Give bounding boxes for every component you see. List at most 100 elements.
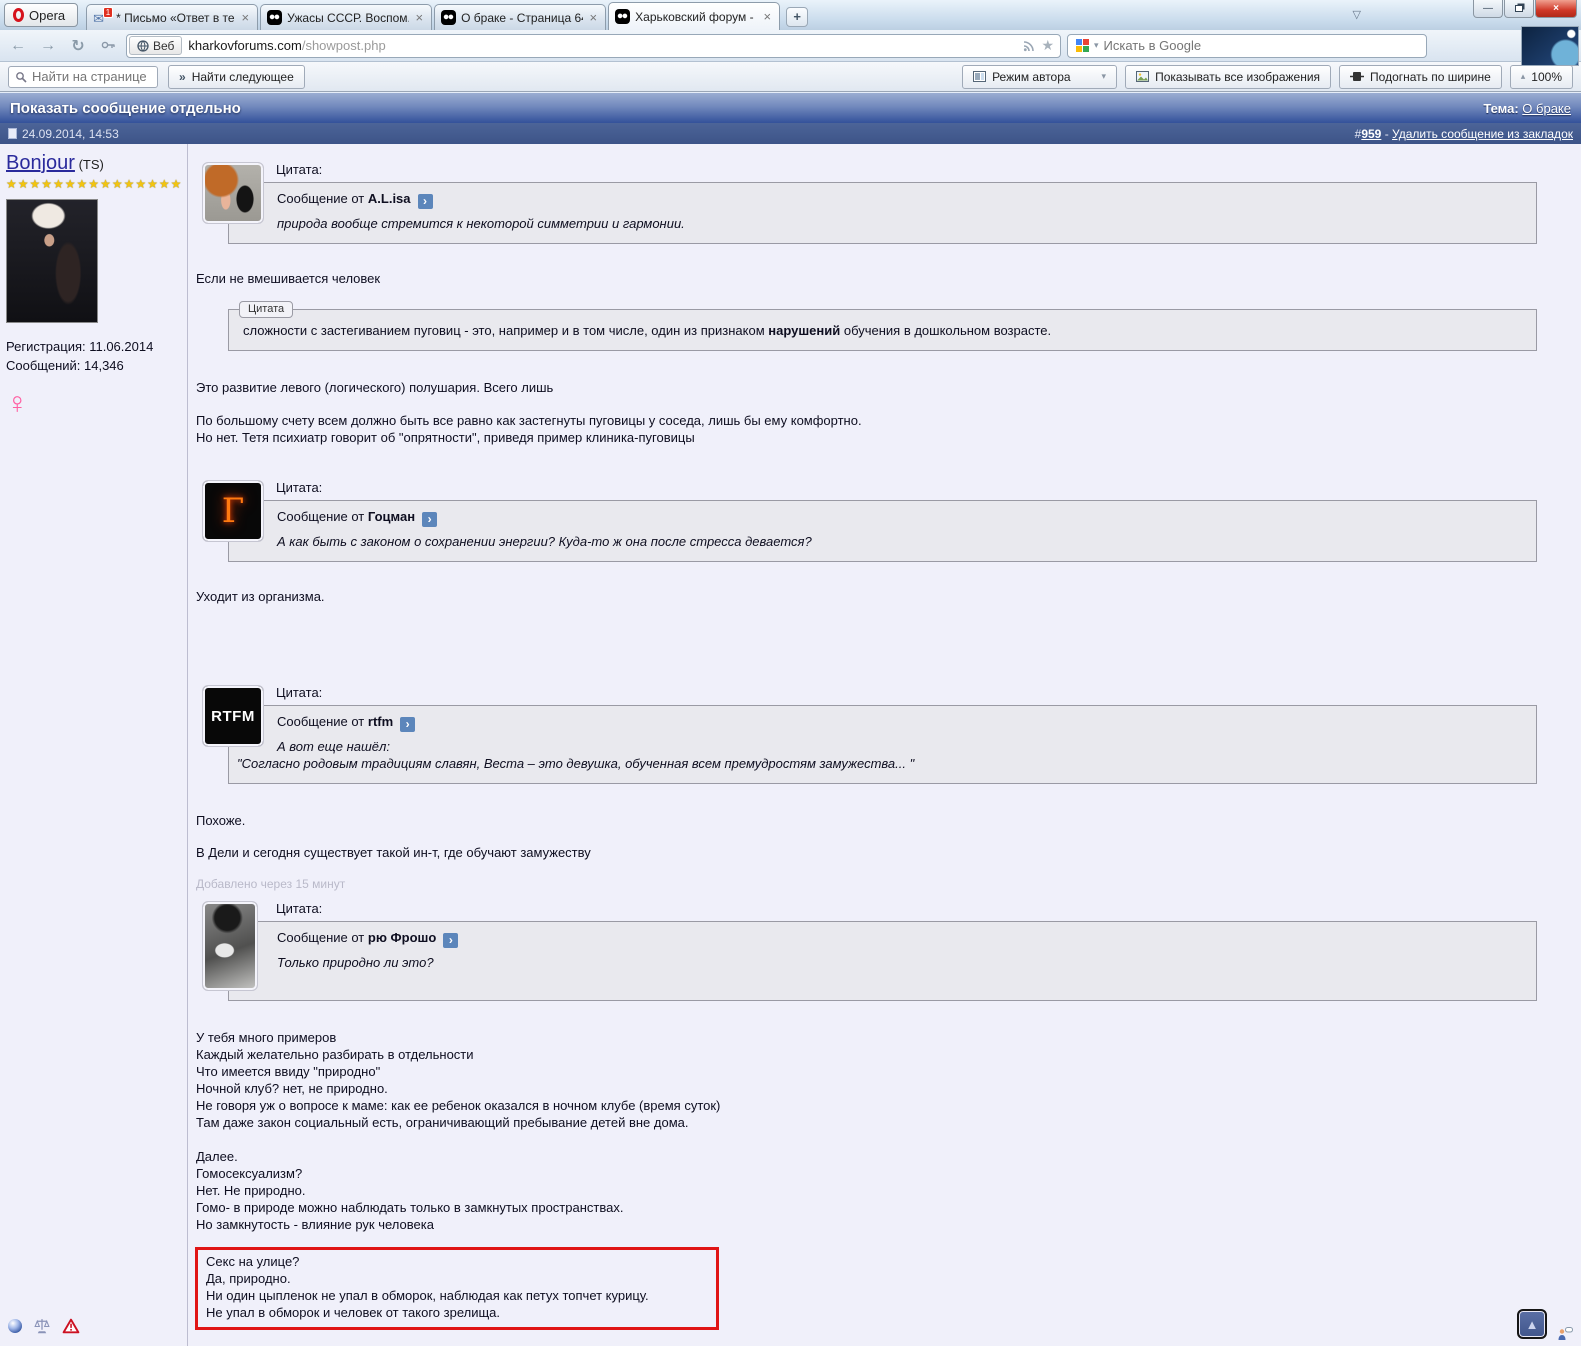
find-next-button[interactable]: » Найти следующее <box>168 64 305 89</box>
password-wand-button[interactable] <box>96 37 120 55</box>
quote-text: Только природно ли это? <box>277 955 434 970</box>
forum-favicon-icon <box>267 10 283 25</box>
tab-title: Харьковский форум - ... <box>635 9 757 24</box>
post-paragraph: Похоже. <box>196 813 246 828</box>
quote-box: Сообщение от Гоцман › А как быть с законо… <box>228 500 1537 562</box>
post-paragraph: У тебя много примеров Каждый желательно … <box>196 1030 721 1130</box>
post-paragraph: Если не вмешивается человек <box>196 271 381 286</box>
goto-post-icon[interactable]: › <box>400 717 416 732</box>
author-mode-select[interactable]: Режим автора ▾ <box>962 64 1118 89</box>
quote-box: Сообщение от A.L.isa › природа вообще стр… <box>228 182 1537 244</box>
find-on-page-field[interactable] <box>8 65 158 88</box>
quote-author-avatar[interactable]: RTFM <box>202 685 264 747</box>
chevrons-right-icon: » <box>179 69 186 84</box>
tab-ussr[interactable]: Ужасы СССР. Воспом... × <box>260 4 433 30</box>
tab-title: О браке - Страница 64... <box>461 10 582 25</box>
google-icon <box>1076 39 1089 52</box>
quote-label: Цитата: <box>276 480 323 495</box>
close-tab-icon[interactable]: × <box>414 10 426 25</box>
url-text: kharkovforums.com/showpost.php <box>188 38 385 53</box>
address-toolbar: ← → ↻ Веб kharkovforums.com/showpost.php… <box>0 30 1581 62</box>
search-engine-dropdown-icon[interactable]: ▾ <box>1094 40 1099 51</box>
tab-list-dropdown-icon[interactable]: ▽ <box>1353 8 1361 21</box>
quote-frosho: Цитата: Сообщение от рю Фрошо › Только пр… <box>196 897 1537 1001</box>
post-paragraph: Уходит из организма. <box>196 589 325 604</box>
quote-box: Сообщение от rtfm › А вот еще нашёл: "Сог… <box>228 705 1537 784</box>
scroll-to-top-button[interactable]: ▲ <box>1517 1309 1547 1339</box>
opera-menu-label: Opera <box>29 7 66 23</box>
quote-text: "Согласно родовым традициям славян, Вест… <box>237 756 915 771</box>
goto-post-icon[interactable]: › <box>422 512 438 527</box>
avatar-text: RTFM <box>211 707 255 725</box>
topic-link[interactable]: О браке <box>1522 101 1571 116</box>
minimize-window-button[interactable]: — <box>1473 0 1503 18</box>
post-paragraph: Далее. Гомосексуализм? Нет. Не природно.… <box>196 1149 624 1232</box>
highlighted-text-box: Секс на улице? Да, природно. Ни один цып… <box>195 1247 719 1330</box>
topic-line: Тема: О браке <box>1483 101 1571 116</box>
post-paragraph: В Дели и сегодня существует такой ин-т, … <box>196 845 591 860</box>
post-paragraph: Это развитие левого (логического) полуша… <box>196 380 554 395</box>
mail-icon: ✉ 1 <box>93 6 114 26</box>
back-button[interactable]: ← <box>6 37 30 55</box>
close-tab-icon[interactable]: × <box>762 9 774 24</box>
zoom-control[interactable]: ▴ 100% <box>1509 64 1573 89</box>
url-path: /showpost.php <box>301 38 386 53</box>
reputation-scales-icon[interactable] <box>33 1318 51 1334</box>
tab-kharkov-forum-active[interactable]: Харьковский форум - ... × <box>608 2 781 30</box>
close-tab-icon[interactable]: × <box>240 10 252 25</box>
remove-bookmark-link[interactable]: Удалить сообщение из закладок <box>1392 127 1573 141</box>
restore-window-button[interactable] <box>1504 0 1534 18</box>
search-input[interactable] <box>1103 38 1418 53</box>
page-header: Показать сообщение отдельно Тема: О брак… <box>0 92 1581 123</box>
quick-reply-icon[interactable] <box>1556 1326 1573 1341</box>
report-warning-icon[interactable] <box>62 1318 80 1334</box>
find-input[interactable] <box>32 69 151 84</box>
key-icon <box>101 41 115 48</box>
quote-author-avatar[interactable] <box>202 162 264 224</box>
user-registration: Регистрация: 11.06.2014 <box>6 339 154 354</box>
quote-author-avatar[interactable]: Г <box>202 480 264 542</box>
avatar-letter: Г <box>221 490 245 531</box>
quote-author-name: рю Фрошо <box>367 930 437 945</box>
online-status-icon <box>8 1319 22 1333</box>
post-number-link[interactable]: 959 <box>1361 127 1381 141</box>
user-avatar[interactable] <box>6 199 98 323</box>
tab-mail[interactable]: ✉ 1 * Письмо «Ответ в те... × <box>86 4 259 30</box>
web-badge[interactable]: Веб <box>129 36 183 55</box>
mail-unread-badge: 1 <box>102 6 114 18</box>
search-bar[interactable]: ▾ <box>1067 33 1427 58</box>
close-tab-icon[interactable]: × <box>588 10 600 25</box>
quote-label: Цитата: <box>276 901 323 916</box>
post-number-line: #959 - Удалить сообщение из закладок <box>1354 126 1573 141</box>
search-icon <box>16 71 27 83</box>
fit-to-width-button[interactable]: Подогнать по ширине <box>1339 64 1502 89</box>
tab-marriage[interactable]: О браке - Страница 64... × <box>434 4 607 30</box>
post-date: 24.09.2014, 14:53 <box>22 126 119 141</box>
username-link[interactable]: Bonjour <box>6 152 75 174</box>
user-post-count: Сообщений: 14,346 <box>6 358 124 373</box>
quote-author-name: Гоцман <box>367 509 416 524</box>
close-window-button[interactable]: × <box>1535 0 1577 18</box>
reload-button[interactable]: ↻ <box>66 36 90 56</box>
opera-logo-icon <box>13 8 24 22</box>
quote-header: Сообщение от Гоцман › <box>277 508 1522 527</box>
new-tab-button[interactable]: + <box>786 7 809 27</box>
image-icon <box>1136 71 1150 82</box>
quote-text: А как быть с законом о сохранении энерги… <box>277 534 812 549</box>
window-controls: — × <box>1472 0 1577 18</box>
forward-button[interactable]: → <box>36 37 60 55</box>
show-all-images-button[interactable]: Показывать все изображения <box>1125 64 1332 89</box>
opera-menu-button[interactable]: Opera <box>4 3 79 27</box>
rss-icon[interactable] <box>1023 40 1035 52</box>
quote-alisa: Цитата: Сообщение от A.L.isa › природа во… <box>196 158 1537 244</box>
tab-title: * Письмо «Ответ в те... <box>116 10 235 25</box>
zoom-level: 100% <box>1531 69 1562 84</box>
added-later-note: Добавлено через 15 минут <box>196 877 346 891</box>
quote-header: Сообщение от рю Фрошо › <box>277 929 1522 948</box>
address-field[interactable]: Веб kharkovforums.com/showpost.php ★ <box>126 33 1061 58</box>
goto-post-icon[interactable]: › <box>443 933 459 948</box>
bookmark-star-icon[interactable]: ★ <box>1041 37 1054 54</box>
quote-rtfm: RTFM Цитата: Сообщение от rtfm › А вот ещ… <box>196 681 1537 784</box>
quote-author-avatar[interactable] <box>202 901 258 991</box>
goto-post-icon[interactable]: › <box>417 194 433 209</box>
